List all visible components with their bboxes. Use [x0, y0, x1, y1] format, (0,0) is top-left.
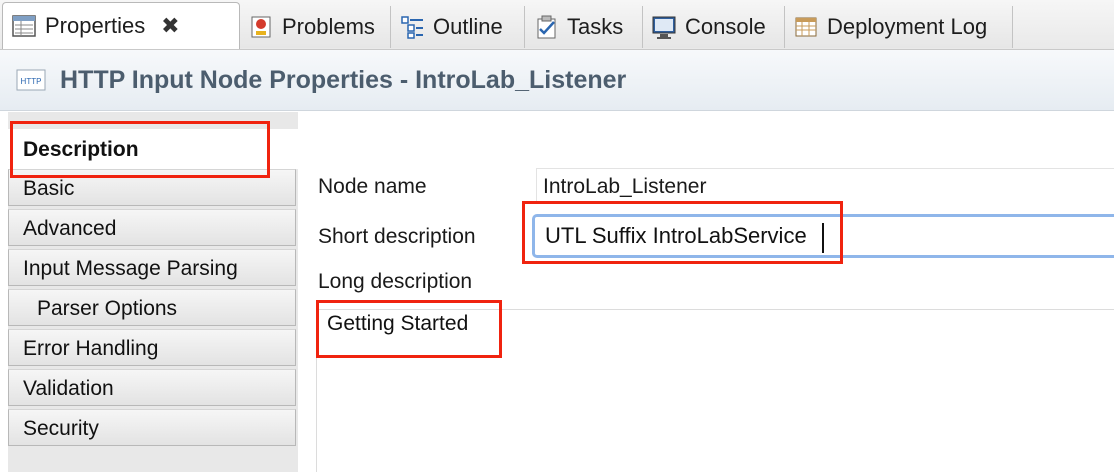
section-error-handling[interactable]: Error Handling	[8, 329, 296, 366]
tab-label: Properties	[45, 13, 146, 38]
section-advanced[interactable]: Advanced	[8, 209, 296, 246]
long-description-label: Long description	[318, 270, 473, 293]
section-label: Advanced	[23, 217, 117, 240]
section-label: Validation	[23, 377, 114, 400]
section-basic[interactable]: Basic	[8, 169, 296, 206]
node-name-label: Node name	[318, 175, 427, 198]
section-label: Error Handling	[23, 337, 159, 360]
deployment-log-icon	[795, 17, 817, 37]
tab-label: Tasks	[567, 14, 624, 39]
tab-tasks[interactable]: Tasks	[525, 6, 643, 48]
tab-properties[interactable]: Properties ✖	[2, 2, 240, 49]
properties-header: HTTP HTTP Input Node Properties - IntroL…	[0, 50, 1114, 111]
close-icon[interactable]: ✖	[159, 15, 181, 37]
outline-icon	[401, 16, 423, 39]
tab-label: Deployment Log	[827, 14, 988, 39]
tab-label: Console	[685, 14, 766, 39]
node-name-field[interactable]: IntroLab_Listener	[536, 168, 1114, 204]
section-parser-options[interactable]: Parser Options	[8, 289, 296, 326]
section-label: Security	[23, 417, 99, 440]
section-security[interactable]: Security	[8, 409, 296, 446]
tab-problems[interactable]: Problems	[240, 6, 391, 48]
tab-outline[interactable]: Outline	[391, 6, 525, 48]
properties-icon	[12, 15, 36, 37]
short-description-label: Short description	[318, 225, 476, 248]
section-label: Input Message Parsing	[23, 257, 238, 280]
long-description-textarea[interactable]: Getting Started	[316, 309, 1114, 472]
problems-icon	[251, 16, 271, 38]
console-icon	[652, 16, 676, 39]
section-description[interactable]: Description	[8, 129, 298, 169]
http-node-icon: HTTP	[16, 69, 46, 91]
section-list: Description Basic Advanced Input Message…	[8, 112, 299, 472]
tasks-icon	[537, 15, 556, 39]
page-title: HTTP Input Node Properties - IntroLab_Li…	[60, 65, 627, 94]
tab-label: Problems	[282, 14, 375, 39]
section-label: Description	[23, 138, 139, 161]
section-validation[interactable]: Validation	[8, 369, 296, 406]
section-label: Basic	[23, 177, 75, 200]
section-label: Parser Options	[37, 297, 178, 320]
tab-deployment-log[interactable]: Deployment Log	[785, 6, 1013, 48]
view-tab-bar: Properties ✖ Problems Outline Tasks Cons…	[0, 0, 1114, 50]
section-input-message-parsing[interactable]: Input Message Parsing	[8, 249, 296, 286]
svg-text:HTTP: HTTP	[21, 77, 42, 86]
tab-label: Outline	[433, 14, 503, 39]
tab-console[interactable]: Console	[643, 6, 785, 48]
text-cursor	[822, 223, 824, 253]
